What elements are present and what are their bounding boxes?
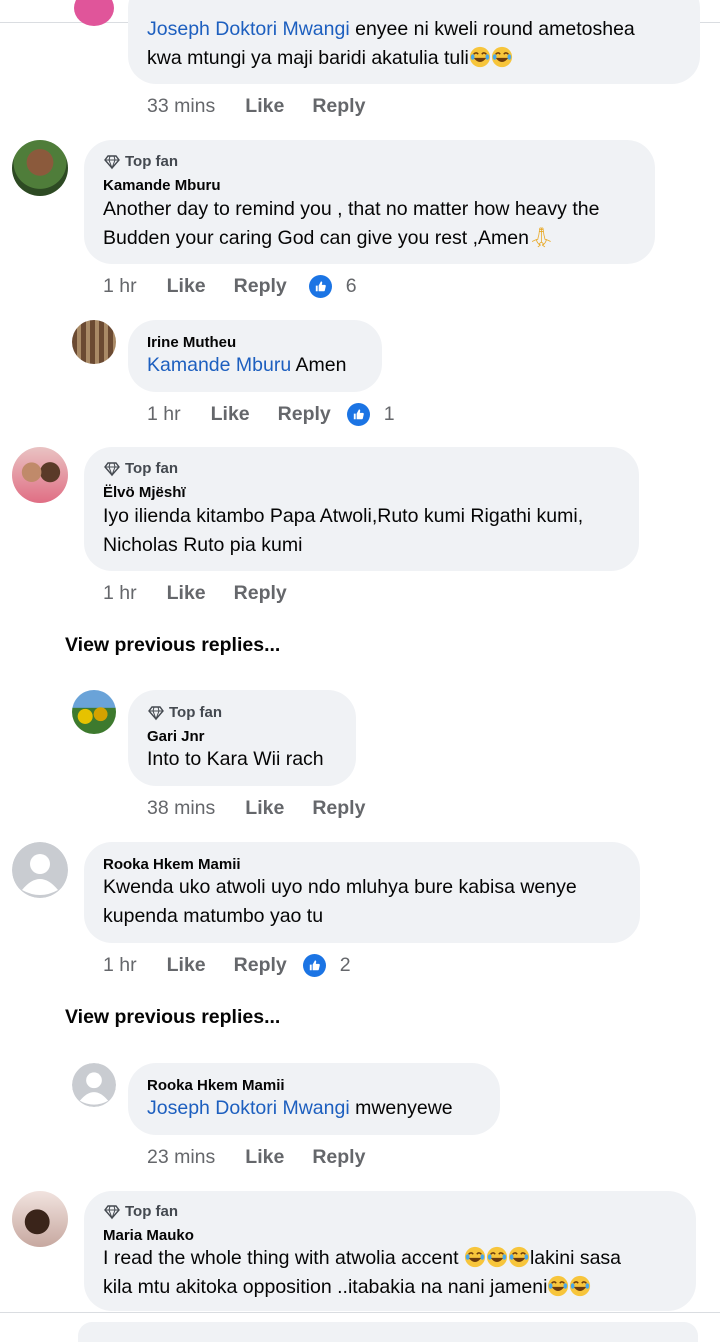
like-button[interactable]: Like xyxy=(167,954,206,977)
comment-text: Joseph Doktori Mwangi mwenyewe xyxy=(147,1097,453,1119)
comment-text: Joseph Doktori Mwangi enyee ni kweli rou… xyxy=(147,18,635,69)
comment-text: Another day to remind you , that no matt… xyxy=(103,198,600,249)
timestamp[interactable]: 23 mins xyxy=(147,1146,215,1169)
comment-author[interactable]: Maria Mauko xyxy=(103,1227,194,1244)
default-avatar-icon[interactable] xyxy=(12,842,68,898)
comment-author[interactable]: Gari Jnr xyxy=(147,728,205,745)
comment-author[interactable]: Ëlvö Mjëshï xyxy=(103,484,186,501)
reply-button[interactable]: Reply xyxy=(278,403,331,426)
view-previous-replies[interactable]: View previous replies... xyxy=(65,634,280,657)
praying-hands-emoji: 🙏︎ xyxy=(529,227,554,249)
mention-link[interactable]: Joseph Doktori Mwangi xyxy=(147,1097,350,1119)
like-button[interactable]: Like xyxy=(211,403,250,426)
timestamp[interactable]: 1 hr xyxy=(103,582,137,605)
avatar[interactable] xyxy=(12,1191,68,1247)
timestamp[interactable]: 1 hr xyxy=(147,403,181,426)
comment-actions: 23 mins Like Reply xyxy=(147,1146,365,1169)
top-fan-badge: Top fan xyxy=(104,460,178,477)
comment-actions: 1 hr Like Reply 6 xyxy=(103,275,357,298)
diamond-icon xyxy=(104,461,120,477)
top-fan-badge: Top fan xyxy=(148,704,222,721)
comment-author[interactable]: Kamande Mburu xyxy=(103,177,221,194)
laughing-emoji xyxy=(486,1246,508,1268)
comment-actions: 33 mins Like Reply xyxy=(147,95,365,118)
laughing-emoji xyxy=(469,46,491,68)
view-previous-replies[interactable]: View previous replies... xyxy=(65,1006,280,1029)
comment-actions: 38 mins Like Reply xyxy=(147,797,365,820)
timestamp[interactable]: 38 mins xyxy=(147,797,215,820)
mention-link[interactable]: Kamande Mburu xyxy=(147,354,291,376)
like-reaction-icon[interactable] xyxy=(308,275,332,298)
top-fan-badge: Top fan xyxy=(104,1203,178,1220)
avatar[interactable] xyxy=(12,140,68,196)
reply-button[interactable]: Reply xyxy=(312,1146,365,1169)
comment-author[interactable]: Rooka Hkem Mamii xyxy=(147,1077,285,1094)
laughing-emoji xyxy=(464,1246,486,1268)
comment-text: Kamande Mburu Amen xyxy=(147,354,347,376)
reply-button[interactable]: Reply xyxy=(312,95,365,118)
mention-link[interactable]: Joseph Doktori Mwangi xyxy=(147,18,350,40)
reply-button[interactable]: Reply xyxy=(234,275,287,298)
like-reaction-icon[interactable] xyxy=(346,403,370,426)
diamond-icon xyxy=(104,1204,120,1220)
diamond-icon xyxy=(104,154,120,170)
reaction-count[interactable]: 1 xyxy=(384,403,395,426)
comment-author[interactable]: Irine Mutheu xyxy=(147,334,236,351)
reply-button[interactable]: Reply xyxy=(234,582,287,605)
laughing-emoji xyxy=(491,46,513,68)
like-button[interactable]: Like xyxy=(245,797,284,820)
avatar[interactable] xyxy=(12,447,68,503)
comment-author[interactable]: Rooka Hkem Mamii xyxy=(103,856,241,873)
comment-actions: 1 hr Like Reply xyxy=(103,582,287,605)
comment-text: Iyo ilienda kitambo Papa Atwoli,Ruto kum… xyxy=(103,505,584,556)
comment-actions: 1 hr Like Reply 2 xyxy=(103,954,351,977)
comment-text: Into to Kara Wii rach xyxy=(147,748,324,770)
bottom-divider xyxy=(0,1312,720,1313)
comment-text: Kwenda uko atwoli uyo ndo mluhya bure ka… xyxy=(103,876,577,927)
reaction-count[interactable]: 2 xyxy=(340,954,351,977)
like-button[interactable]: Like xyxy=(167,275,206,298)
default-avatar-icon[interactable] xyxy=(72,1063,116,1107)
timestamp[interactable]: 1 hr xyxy=(103,954,137,977)
reaction-count[interactable]: 6 xyxy=(346,275,357,298)
reply-button[interactable]: Reply xyxy=(312,797,365,820)
laughing-emoji xyxy=(547,1275,569,1297)
avatar[interactable] xyxy=(72,690,116,734)
timestamp[interactable]: 1 hr xyxy=(103,275,137,298)
diamond-icon xyxy=(148,705,164,721)
like-reaction-icon[interactable] xyxy=(302,954,326,977)
avatar[interactable] xyxy=(72,320,116,364)
comment-actions: 1 hr Like Reply 1 xyxy=(147,403,395,426)
like-button[interactable]: Like xyxy=(167,582,206,605)
timestamp[interactable]: 33 mins xyxy=(147,95,215,118)
comment-input-hint[interactable] xyxy=(78,1322,698,1342)
laughing-emoji xyxy=(569,1275,591,1297)
comment-text: I read the whole thing with atwolia acce… xyxy=(103,1246,622,1298)
laughing-emoji xyxy=(508,1246,530,1268)
top-fan-badge: Top fan xyxy=(104,153,178,170)
like-button[interactable]: Like xyxy=(245,1146,284,1169)
like-button[interactable]: Like xyxy=(245,95,284,118)
reply-button[interactable]: Reply xyxy=(234,954,287,977)
